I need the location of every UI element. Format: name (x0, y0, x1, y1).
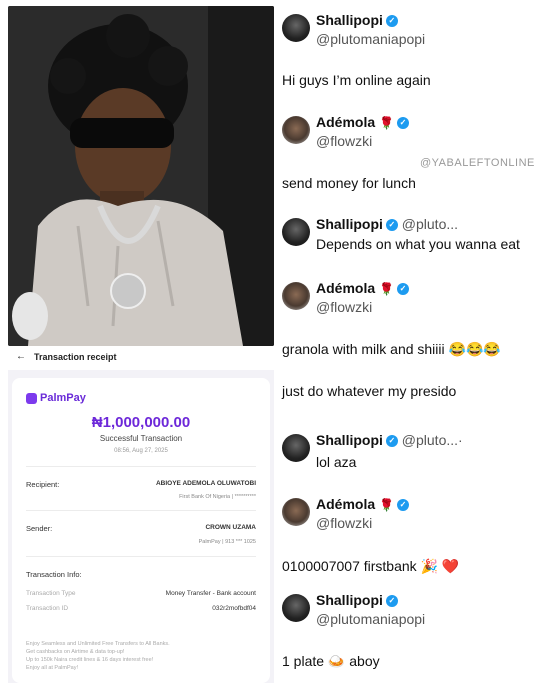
watermark: @YABALEFTONLINE (420, 157, 535, 169)
transaction-receipt: ← Transaction receipt PalmPay ₦1,000,000… (8, 346, 274, 683)
transaction-type-label: Transaction Type (26, 590, 76, 597)
display-name[interactable]: Adémola 🌹 ✓ (316, 114, 409, 130)
tweet-text: lol aza (316, 454, 357, 470)
transaction-id-label: Transaction ID (26, 605, 69, 612)
tweet-text: send money for lunch (282, 175, 416, 191)
sender-name: CROWN UZAMA (205, 524, 256, 531)
tweet-text: Hi guys I’m online again (282, 72, 431, 88)
user-handle[interactable]: @pluto... (402, 432, 458, 448)
promo-line: Enjoy all at PalmPay! (26, 665, 78, 671)
rose-icon: 🌹 (379, 498, 394, 512)
user-handle[interactable]: @plutomaniapopi (316, 31, 425, 47)
avatar[interactable] (282, 434, 310, 462)
avatar[interactable] (282, 14, 310, 42)
display-name[interactable]: Adémola 🌹 ✓ (316, 280, 409, 296)
promo-line: Up to 150k Naira credit lines & 16 days … (26, 657, 154, 663)
verified-badge-icon: ✓ (385, 15, 398, 28)
rose-icon: 🌹 (379, 116, 394, 130)
sender-label: Sender: (26, 524, 53, 533)
screenshot-frame: ← Transaction receipt PalmPay ₦1,000,000… (0, 0, 554, 683)
user-handle[interactable]: @flowzki (316, 515, 372, 531)
divider (26, 556, 256, 557)
avatar[interactable] (282, 594, 310, 622)
recipient-name: ABIOYE ADEMOLA OLUWATOBI (155, 480, 256, 487)
display-name[interactable]: Shallipopi ✓ (316, 12, 398, 28)
avatar[interactable] (282, 498, 310, 526)
receipt-header: ← Transaction receipt (8, 346, 274, 370)
transaction-info-label: Transaction Info: (26, 570, 82, 579)
tweet-text: Depends on what you wanna eat (316, 236, 520, 252)
recipient-bank: First Bank Of Nigeria | ********** (179, 494, 256, 500)
transfer-amount: ₦1,000,000.00 (91, 414, 191, 431)
receipt-title: Transaction receipt (34, 352, 117, 362)
transaction-datetime: 08:56, Aug 27, 2025 (114, 448, 168, 454)
verified-badge-icon: ✓ (385, 595, 398, 608)
display-name[interactable]: Adémola 🌹 ✓ (316, 496, 409, 512)
avatar[interactable] (282, 282, 310, 310)
divider (26, 466, 256, 467)
display-name[interactable]: Shallipopi ✓ @pluto...· (316, 432, 463, 448)
back-arrow-icon[interactable]: ← (16, 351, 26, 362)
promo-line: Enjoy Seamless and Unlimited Free Transf… (26, 641, 170, 647)
promo-text: Enjoy Seamless and Unlimited Free Transf… (26, 640, 256, 672)
rose-icon: 🌹 (379, 282, 394, 296)
artist-photo (8, 6, 274, 346)
tweet-text: 1 plate 🍛 aboy (282, 653, 380, 669)
receipt-card: PalmPay ₦1,000,000.00 Successful Transac… (12, 378, 270, 683)
palmpay-brand: PalmPay (26, 392, 86, 404)
brand-name: PalmPay (40, 392, 86, 404)
display-name[interactable]: Shallipopi ✓ (316, 592, 398, 608)
display-name[interactable]: Shallipopi ✓ @pluto... (316, 216, 458, 232)
verified-badge-icon: ✓ (396, 499, 409, 512)
divider (26, 510, 256, 511)
tweet-text: just do whatever my presido (282, 383, 457, 399)
verified-badge-icon: ✓ (396, 283, 409, 296)
transaction-type-value: Money Transfer - Bank account (165, 590, 256, 597)
recipient-label: Recipient: (26, 480, 60, 489)
promo-line: Get cashbacks on Airtime & data top-up! (26, 649, 125, 655)
tweet-text: granola with milk and shiiii 😂😂😂 (282, 341, 501, 357)
avatar[interactable] (282, 116, 310, 144)
sender-account: PalmPay | 913 *** 1025 (198, 539, 256, 545)
verified-badge-icon: ✓ (396, 117, 409, 130)
verified-badge-icon: ✓ (385, 435, 398, 448)
palmpay-logo-icon (26, 392, 37, 404)
user-handle[interactable]: @plutomaniapopi (316, 611, 425, 627)
user-handle[interactable]: @pluto... (402, 216, 458, 232)
separator-dot: · (458, 432, 463, 448)
user-handle[interactable]: @flowzki (316, 299, 372, 315)
avatar[interactable] (282, 218, 310, 246)
tweet-text: 0100007007 firstbank 🎉 ❤️ (282, 558, 460, 574)
transaction-status: Successful Transaction (99, 434, 183, 443)
verified-badge-icon: ✓ (385, 219, 398, 232)
artist-photo-illustration (8, 6, 274, 346)
user-handle[interactable]: @flowzki (316, 133, 372, 149)
transaction-id-value[interactable]: 032r2mofbdf04 (212, 605, 256, 612)
